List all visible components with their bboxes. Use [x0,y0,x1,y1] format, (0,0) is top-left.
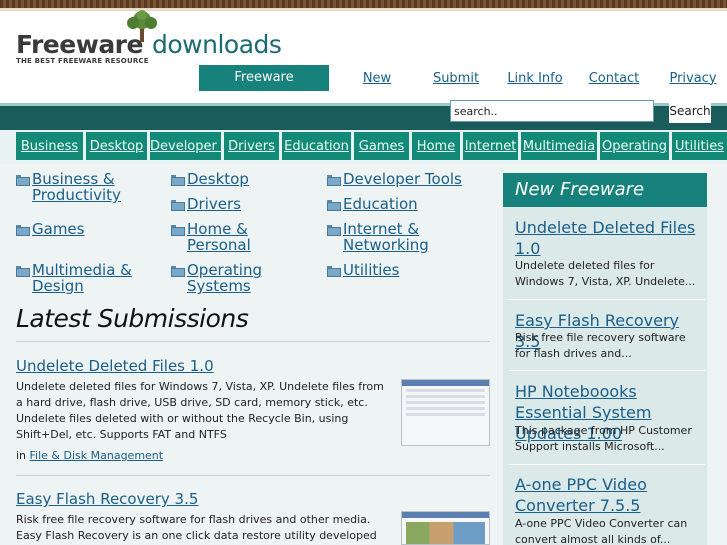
tab-utilities[interactable]: Utilities [672,132,727,160]
sidebar-heading: New Freeware [503,173,707,207]
entry-description: Undelete deleted files for Windows 7, Vi… [16,380,384,441]
sidebar-item-desc: A-one PPC Video Converter can convert al… [515,517,688,545]
nav-freeware-home[interactable]: Freeware Home [199,65,329,111]
category-link[interactable]: Developer Tools [343,171,462,187]
tab-multimedia[interactable]: Multimedia [521,132,597,160]
category-internet: Internet & Networking [327,221,429,253]
folder-icon [171,175,185,186]
folder-icon [327,200,341,211]
category-education: Education [327,196,418,212]
category-link[interactable]: Home & Personal [187,221,251,253]
search-input[interactable] [450,100,654,122]
category-utilities: Utilities [327,262,399,278]
divider [16,475,490,476]
category-link[interactable]: Desktop [187,171,249,187]
folder-icon [171,266,185,277]
tab-internet[interactable]: Internet [463,132,518,160]
sidebar-divider [509,464,705,465]
logo-word-freeware: Freeware [16,30,143,59]
folder-icon [171,225,185,236]
top-decor-line [0,8,727,11]
tab-business[interactable]: Business [16,132,83,160]
folder-icon [327,175,341,186]
latest-submissions-heading: Latest Submissions [16,304,249,333]
category-link[interactable]: Utilities [343,262,399,278]
category-games: Games [16,221,84,237]
folder-icon [16,175,30,186]
category-link[interactable]: Education [343,196,418,212]
category-link[interactable]: Games [32,221,84,237]
category-desktop: Desktop [171,171,249,187]
tab-drivers[interactable]: Drivers [224,132,279,160]
category-link[interactable]: Internet & Networking [343,221,429,253]
folder-icon [327,225,341,236]
category-home: Home & Personal [171,221,251,253]
site-logo[interactable]: Freeware downloads THE BEST FREEWARE RES… [16,10,296,66]
entry-screenshot-thumbnail[interactable] [401,511,490,545]
folder-icon [16,225,30,236]
folder-icon [327,266,341,277]
nav-contact[interactable]: Contact [583,71,645,86]
tab-desktop[interactable]: Desktop [86,132,147,160]
entry-category: in File & Disk Management [16,449,164,462]
entry-description: Risk free file recovery software for fla… [16,513,377,542]
category-link[interactable]: Drivers [187,196,241,212]
search-button[interactable]: Search [669,101,711,123]
entry-category-link[interactable]: File & Disk Management [30,449,164,462]
tab-operating[interactable]: Operating [600,132,669,160]
tab-education[interactable]: Education [282,132,351,160]
sidebar-item-desc: This package from HP Customer Support in… [515,424,692,453]
logo-word-downloads: downloads [152,30,282,59]
sidebar-divider [509,299,705,300]
entry-title-link[interactable]: Easy Flash Recovery 3.5 [16,490,198,508]
nav-privacy[interactable]: Privacy [662,71,724,86]
entry-title-link[interactable]: Undelete Deleted Files 1.0 [16,357,214,375]
tab-games[interactable]: Games [354,132,409,160]
category-link[interactable]: Business & Productivity [32,171,121,203]
category-link[interactable]: Multimedia & Design [32,262,132,294]
sidebar-item-title[interactable]: A-one PPC Video Converter 7.5.5 [515,474,700,516]
logo-tagline: THE BEST FREEWARE RESOURCE [16,57,149,65]
sidebar-item-title[interactable]: Undelete Deleted Files 1.0 [515,217,700,259]
tab-developer-tools[interactable]: Developer Tools [150,132,221,160]
nav-new[interactable]: New [346,71,408,86]
nav-submit[interactable]: Submit [425,71,487,86]
sidebar-item-desc: Undelete deleted files for Windows 7, Vi… [515,259,696,288]
nav-link-info[interactable]: Link Info [504,71,566,86]
folder-icon [171,200,185,211]
sidebar-item-desc: Risk free file recovery software for fla… [515,331,686,360]
tab-home[interactable]: Home [412,132,460,160]
sidebar-divider [509,370,705,371]
top-decor-strip [0,0,727,8]
category-multimedia: Multimedia & Design [16,262,132,294]
category-operating: Operating Systems [171,262,262,294]
category-link[interactable]: Operating Systems [187,262,262,294]
entry-screenshot-thumbnail[interactable] [401,379,490,446]
top-navigation: Freeware Home New Submit Link Info Conta… [199,65,724,111]
category-developer-tools: Developer Tools [327,171,462,187]
divider [16,341,490,342]
category-drivers: Drivers [171,196,241,212]
folder-icon [16,266,30,277]
category-business: Business & Productivity [16,171,121,203]
